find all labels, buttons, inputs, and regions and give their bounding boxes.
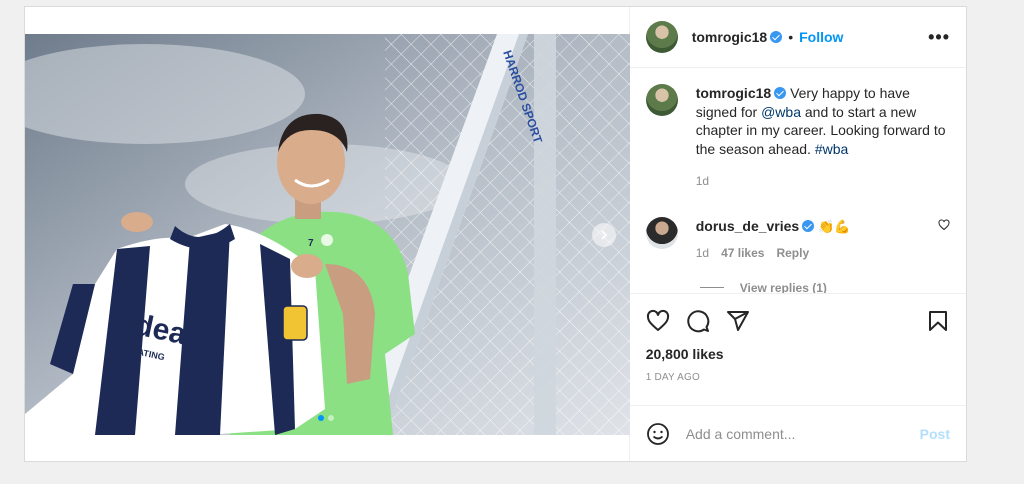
- view-replies-label: View replies (1): [739, 280, 827, 294]
- replies-divider: [699, 287, 724, 288]
- post-date[interactable]: 1 DAY AGO: [646, 372, 950, 383]
- comment-body: dorus_de_vries 👏💪 1d 47 likes Reply: [696, 217, 930, 263]
- post-photo[interactable]: HARROD SPORT ideal HEATING 7: [25, 34, 630, 435]
- header-separator: •: [788, 29, 794, 45]
- shirt-number: 7: [308, 238, 314, 249]
- post-comment-button[interactable]: Post: [920, 426, 950, 442]
- likes-count[interactable]: 20,800 likes: [646, 346, 950, 362]
- hashtag-link[interactable]: #wba: [815, 141, 848, 157]
- mention-link[interactable]: @wba: [761, 104, 801, 120]
- post-sidebar: tomrogic18 • Follow ••• tomrogic18 Very …: [628, 7, 966, 461]
- verified-badge-icon: [770, 31, 783, 43]
- follow-button[interactable]: Follow: [799, 29, 843, 45]
- post-actions: 20,800 likes 1 DAY AGO: [629, 293, 966, 405]
- comment-time: 1d: [695, 246, 710, 260]
- share-icon[interactable]: [726, 309, 750, 333]
- carousel-next-button[interactable]: [592, 223, 616, 247]
- avatar[interactable]: [645, 21, 678, 53]
- league-badge: [282, 305, 308, 341]
- author-username[interactable]: tomrogic18: [692, 29, 767, 45]
- like-heart-icon[interactable]: [646, 309, 670, 333]
- comment-meta: 1d 47 likes Reply: [696, 244, 930, 263]
- instagram-post: HARROD SPORT ideal HEATING 7 tomrogic18 …: [24, 6, 967, 462]
- comment-text: 👏💪: [818, 218, 851, 234]
- carousel-dots: [318, 415, 334, 421]
- emoji-smiley-icon[interactable]: [646, 422, 670, 446]
- post-header: tomrogic18 • Follow •••: [629, 7, 966, 68]
- avatar[interactable]: [645, 84, 678, 116]
- comment-row: dorus_de_vries 👏💪 1d 47 likes Reply: [645, 216, 950, 263]
- comment-username[interactable]: dorus_de_vries: [696, 218, 800, 234]
- reply-button[interactable]: Reply: [776, 246, 809, 260]
- club-crest: [321, 234, 333, 246]
- caption-body: tomrogic18 Very happy to have signed for…: [696, 84, 950, 191]
- save-bookmark-icon[interactable]: [926, 309, 950, 333]
- comment-like-heart-icon[interactable]: [938, 218, 950, 231]
- add-comment-bar: Post: [629, 405, 966, 461]
- comment-icon[interactable]: [686, 309, 710, 333]
- carousel-dot: [318, 415, 324, 421]
- view-replies-link[interactable]: View replies (1): [699, 280, 950, 294]
- avatar[interactable]: [645, 216, 678, 249]
- verified-badge-icon: [802, 219, 815, 232]
- post-media: HARROD SPORT ideal HEATING 7: [25, 7, 630, 461]
- verified-badge-icon: [774, 87, 787, 99]
- caption-time: 1d: [695, 174, 710, 188]
- photo-illustration: HARROD SPORT ideal HEATING 7: [25, 34, 630, 435]
- comment-likes[interactable]: 47 likes: [721, 246, 764, 260]
- comments-section: tomrogic18 Very happy to have signed for…: [630, 68, 966, 293]
- caption-username[interactable]: tomrogic18: [696, 85, 771, 101]
- action-icons: [646, 302, 950, 340]
- chevron-right-icon: [601, 230, 608, 240]
- more-options-icon[interactable]: •••: [928, 27, 950, 48]
- comment-input[interactable]: [685, 425, 920, 442]
- caption: tomrogic18 Very happy to have signed for…: [645, 84, 950, 191]
- carousel-dot: [328, 415, 334, 421]
